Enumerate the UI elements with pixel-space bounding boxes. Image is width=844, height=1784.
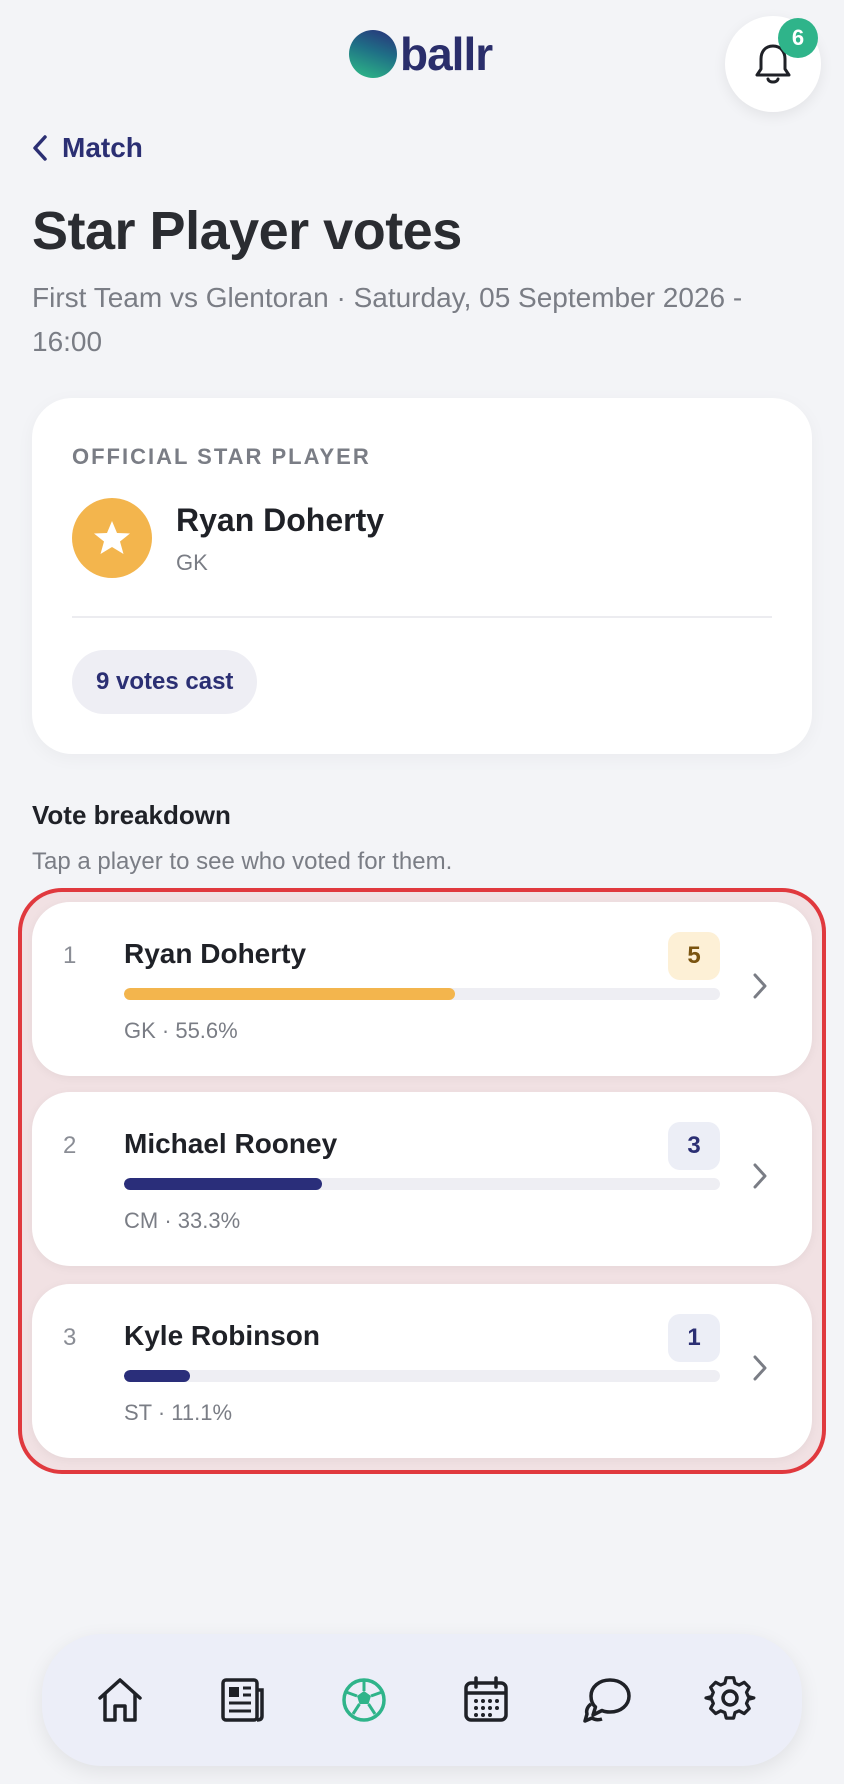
vote-player-name: Michael Rooney <box>124 1128 338 1159</box>
official-star-player-label: OFFICIAL STAR PLAYER <box>72 444 371 469</box>
chevron-right-icon <box>753 1355 767 1381</box>
vote-share-bar <box>124 1370 191 1382</box>
chevron-right-icon <box>753 973 767 999</box>
ballr-logo: ballr <box>349 28 493 80</box>
calendar-icon <box>464 1676 508 1722</box>
votes-cast-pill: 9 votes cast <box>72 650 258 714</box>
vote-breakdown-title: Vote breakdown <box>32 800 231 830</box>
news-icon <box>221 1678 264 1722</box>
vote-player-meta: GK · 55.6% <box>124 1018 238 1043</box>
back-to-match-link[interactable]: Match <box>32 132 143 164</box>
official-star-player-card: OFFICIAL STAR PLAYER Ryan Doherty GK 9 v… <box>32 398 812 754</box>
app-header: ballr 6 <box>0 0 844 130</box>
nav-home[interactable] <box>90 1670 150 1730</box>
vote-share-bar <box>124 1178 323 1190</box>
match-subtitle: First Team vs Glentoran · Saturday, 05 S… <box>32 282 743 357</box>
logo-text: ballr <box>400 28 493 80</box>
football-icon <box>342 1678 386 1722</box>
notification-count-badge: 6 <box>778 18 818 58</box>
vote-rank: 2 <box>63 1132 77 1159</box>
vote-share-bar <box>124 988 456 1000</box>
vote-count-badge: 3 <box>668 1122 720 1170</box>
divider <box>72 616 772 618</box>
chevron-right-icon <box>753 1163 767 1189</box>
vote-count-badge: 1 <box>668 1314 720 1362</box>
vote-row-1[interactable]: 1 Ryan Doherty 5 GK · 55.6% <box>32 902 812 1076</box>
vote-rank: 1 <box>63 942 77 969</box>
vote-player-name: Ryan Doherty <box>124 938 307 969</box>
official-player-position: GK <box>176 550 208 575</box>
vote-breakdown-hint: Tap a player to see who voted for them. <box>32 848 453 875</box>
chevron-left-icon <box>33 135 47 161</box>
chat-icon <box>583 1678 631 1723</box>
official-player-name: Ryan Doherty <box>176 502 385 538</box>
nav-calendar[interactable] <box>456 1670 516 1730</box>
vote-share-track <box>124 1370 720 1382</box>
nav-settings[interactable] <box>700 1670 760 1730</box>
star-icon <box>94 521 130 554</box>
vote-row-2[interactable]: 2 Michael Rooney 3 CM · 33.3% <box>32 1092 812 1266</box>
vote-share-track <box>124 1178 720 1190</box>
vote-rank: 3 <box>63 1324 77 1351</box>
nav-matches[interactable] <box>334 1670 394 1730</box>
settings-icon <box>704 1676 756 1720</box>
home-icon <box>98 1678 142 1722</box>
vote-count-badge: 5 <box>668 932 720 980</box>
page-title: Star Player votes <box>32 201 462 261</box>
star-badge <box>72 498 152 578</box>
nav-chat[interactable] <box>578 1670 638 1730</box>
logo-mark <box>349 30 397 78</box>
vote-player-meta: CM · 33.3% <box>124 1208 241 1233</box>
nav-news[interactable] <box>212 1670 272 1730</box>
vote-player-name: Kyle Robinson <box>124 1320 321 1351</box>
vote-share-track <box>124 988 720 1000</box>
bottom-nav-bar <box>42 1634 802 1766</box>
back-link-label: Match <box>62 132 143 163</box>
vote-player-meta: ST · 11.1% <box>124 1400 233 1425</box>
vote-row-3[interactable]: 3 Kyle Robinson 1 ST · 11.1% <box>32 1284 812 1458</box>
